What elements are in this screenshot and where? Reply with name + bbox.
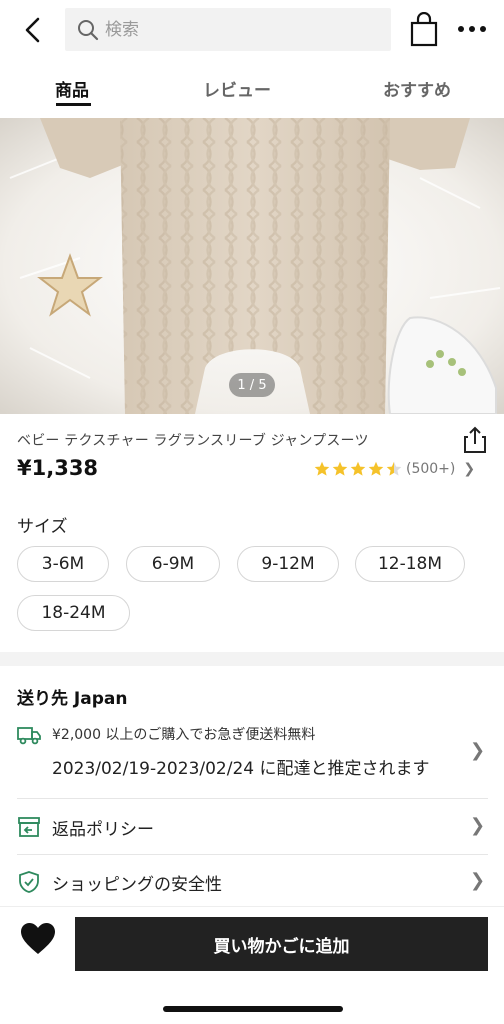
product-price: ¥1,338: [17, 456, 99, 480]
rating-summary[interactable]: (500+) ❯: [314, 458, 475, 480]
more-button[interactable]: [454, 16, 490, 42]
star-icon: [314, 461, 330, 476]
cart-button[interactable]: [408, 11, 440, 48]
tab-recommended[interactable]: おすすめ: [383, 76, 451, 101]
more-dots-icon: [458, 26, 486, 32]
chevron-right-icon: ❯: [470, 870, 486, 891]
shield-check-icon: [19, 871, 39, 893]
shipping-destination: 送り先 Japan: [17, 689, 128, 709]
size-label: サイズ: [17, 517, 68, 537]
wishlist-button[interactable]: [20, 922, 56, 956]
star-icon: [386, 461, 402, 476]
truck-icon: [17, 727, 41, 745]
shopping-safety-label: ショッピングの安全性: [52, 875, 222, 895]
return-policy-label: 返品ポリシー: [52, 820, 154, 840]
chevron-right-icon: ❯: [470, 815, 486, 836]
search-input[interactable]: [105, 19, 355, 40]
product-photo: [0, 118, 504, 414]
search-icon: [78, 19, 99, 40]
star-icon: [350, 461, 366, 476]
size-option-3-6m[interactable]: 3-6M: [17, 546, 109, 582]
home-indicator: [163, 1006, 343, 1012]
shopping-bag-icon: [410, 11, 438, 47]
tab-active-underline: [56, 103, 91, 106]
add-to-cart-button[interactable]: 買い物かごに追加: [75, 917, 488, 971]
star-icon: [332, 461, 348, 476]
free-shipping-note: ¥2,000 以上のご購入でお急ぎ便送料無料: [52, 727, 316, 743]
row-divider: [17, 798, 488, 799]
tab-product[interactable]: 商品: [55, 76, 89, 101]
rating-count: (500+): [406, 461, 456, 477]
rating-stars: [314, 461, 404, 477]
section-divider: [0, 652, 504, 666]
share-icon: [464, 426, 486, 453]
top-bar: [0, 0, 504, 62]
image-page-indicator: 1 / 5: [229, 373, 275, 397]
star-icon: [368, 461, 384, 476]
size-option-12-18m[interactable]: 12-18M: [355, 546, 465, 582]
chevron-right-icon: ❯: [463, 461, 476, 477]
back-button[interactable]: [18, 14, 48, 46]
product-image[interactable]: [0, 118, 504, 414]
share-button[interactable]: [462, 426, 488, 454]
search-bar[interactable]: [65, 8, 391, 51]
shipping-chevron-right-icon[interactable]: ❯: [470, 740, 485, 761]
size-option-6-9m[interactable]: 6-9M: [126, 546, 220, 582]
row-divider: [17, 854, 488, 855]
delivery-estimate: 2023/02/19-2023/02/24 に配達と推定されます: [52, 759, 430, 779]
size-option-9-12m[interactable]: 9-12M: [237, 546, 339, 582]
tab-bar: 商品 レビュー おすすめ: [0, 66, 504, 116]
size-option-18-24m[interactable]: 18-24M: [17, 595, 130, 631]
tab-reviews[interactable]: レビュー: [203, 76, 271, 101]
product-title: ベビー テクスチャー ラグランスリーブ ジャンプスーツ: [17, 433, 369, 449]
heart-icon: [21, 923, 55, 954]
return-box-icon: [18, 817, 40, 837]
chevron-left-icon: [25, 17, 40, 43]
